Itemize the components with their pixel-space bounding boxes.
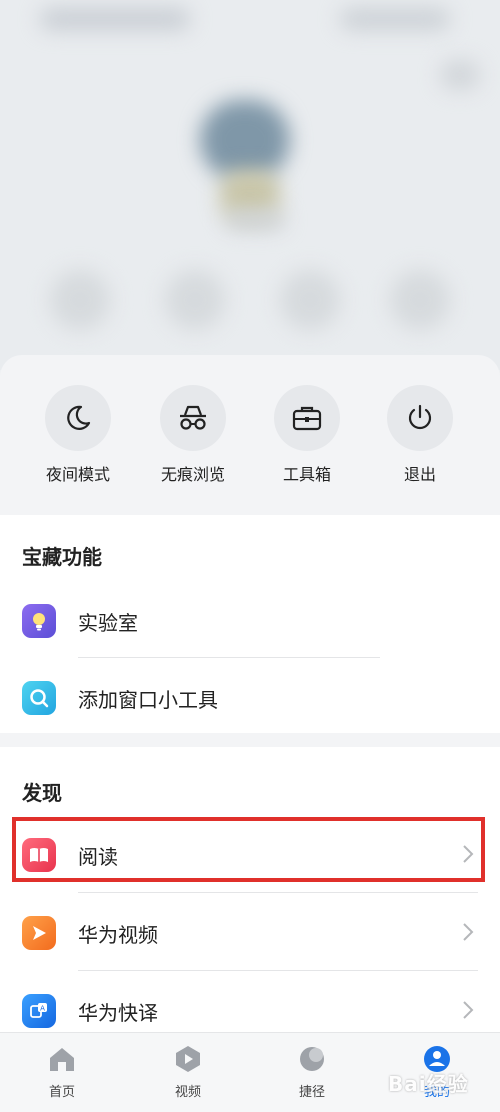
list-item-add-widget[interactable]: 添加窗口小工具	[0, 668, 500, 728]
incognito-icon	[160, 385, 226, 451]
section-title: 宝藏功能	[22, 545, 102, 569]
chevron-right-icon	[462, 999, 474, 1025]
home-icon	[50, 1048, 74, 1071]
list-item-huawei-video[interactable]: 华为视频	[0, 903, 500, 963]
avatar	[200, 100, 290, 180]
blurred-shortcut-3	[280, 270, 340, 330]
blurred-status-right	[340, 8, 450, 30]
blurred-settings-icon	[440, 60, 480, 90]
blurred-shortcut-2	[165, 270, 225, 330]
tab-label: 捷径	[298, 1085, 325, 1100]
watermark: Bai经验	[388, 1072, 469, 1096]
video-play-icon	[22, 916, 56, 950]
quick-action-night-mode[interactable]: 夜间模式	[28, 385, 128, 485]
divider	[78, 970, 478, 971]
tab-video[interactable]: 视频	[148, 1045, 228, 1100]
treasure-section: 宝藏功能 实验室 添加窗口小工具	[0, 515, 500, 733]
magnifier-widget-icon	[22, 681, 56, 715]
tab-shortcut[interactable]: 捷径	[272, 1045, 352, 1100]
quick-actions: 夜间模式 无痕浏览 工具箱 退出	[0, 385, 500, 505]
quick-action-label: 工具箱	[282, 465, 331, 484]
account-header-blurred	[0, 0, 500, 370]
menu-sheet: 夜间模式 无痕浏览 工具箱 退出 宝藏功能 实验室 添加窗口小工具 发现 阅读 …	[0, 355, 500, 1111]
list-item-label: 华为视频	[78, 923, 158, 947]
shortcut-icon	[300, 1047, 324, 1071]
blurred-status-left	[40, 8, 190, 30]
blurred-username	[225, 210, 285, 230]
tab-label: 视频	[174, 1085, 201, 1100]
svg-text:A: A	[40, 1005, 45, 1013]
quick-action-toolbox[interactable]: 工具箱	[257, 385, 357, 485]
list-item-lab[interactable]: 实验室	[0, 591, 500, 651]
quick-action-label: 退出	[403, 465, 436, 484]
list-item-label: 华为快译	[78, 1001, 158, 1025]
tab-label: 首页	[48, 1085, 75, 1100]
quick-action-exit[interactable]: 退出	[370, 385, 470, 485]
tab-home[interactable]: 首页	[22, 1045, 102, 1100]
power-icon	[387, 385, 453, 451]
chevron-right-icon	[462, 921, 474, 947]
bulb-icon	[22, 604, 56, 638]
quick-action-label: 无痕浏览	[160, 465, 225, 484]
divider	[78, 892, 478, 893]
divider	[78, 657, 380, 658]
blurred-shortcut-1	[50, 270, 110, 330]
list-item-label: 添加窗口小工具	[78, 688, 218, 712]
blurred-shortcut-4	[390, 270, 450, 330]
moon-icon	[45, 385, 111, 451]
quick-action-incognito[interactable]: 无痕浏览	[143, 385, 243, 485]
translate-icon: A	[22, 994, 56, 1028]
list-item-label: 实验室	[78, 611, 138, 635]
toolbox-icon	[274, 385, 340, 451]
video-icon	[176, 1046, 200, 1072]
quick-action-label: 夜间模式	[45, 465, 110, 484]
highlight-box	[12, 817, 485, 882]
section-title: 发现	[22, 781, 62, 805]
